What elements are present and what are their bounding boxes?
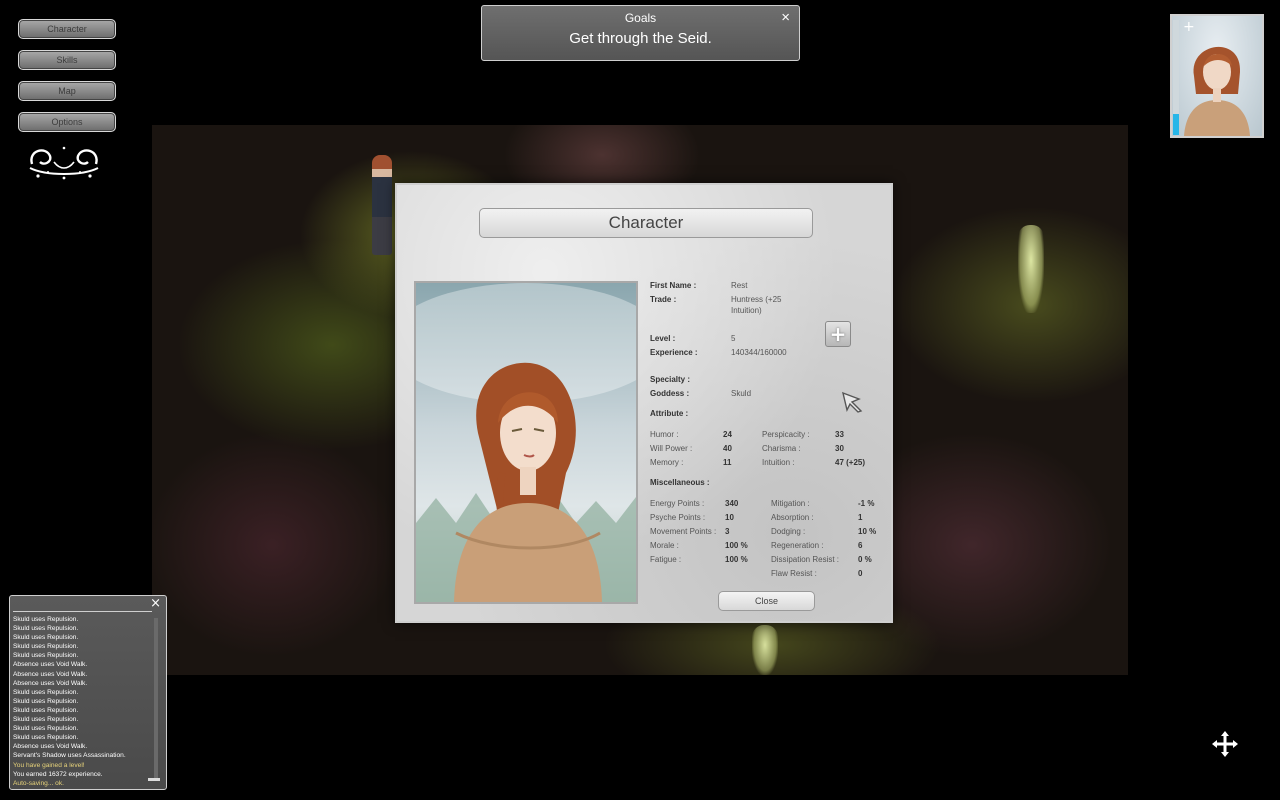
misc-label-fatigue: Fatigue :: [650, 555, 682, 564]
log-line: Skuld uses Repulsion.: [13, 625, 79, 633]
log-line: You have gained a level!: [13, 761, 85, 769]
misc-label-flaw-resist: Flaw Resist :: [771, 569, 817, 578]
level-label: Level :: [650, 334, 676, 343]
character-dialog: Character First Name : Rest Trade : Hunt…: [395, 183, 893, 623]
log-line: Skuld uses Repulsion.: [13, 634, 79, 642]
first-name-label: First Name :: [650, 281, 697, 290]
menu-button-map[interactable]: Map: [18, 81, 116, 101]
log-line: Skuld uses Repulsion.: [13, 716, 79, 724]
misc-label-energy-points: Energy Points :: [650, 499, 705, 508]
plus-icon[interactable]: +: [1183, 19, 1195, 35]
log-line: You earned 16372 experience.: [13, 770, 103, 778]
attr-value-will-power: 40: [723, 444, 732, 453]
move-arrows-icon[interactable]: [1211, 730, 1239, 758]
specialty-label: Specialty :: [650, 375, 691, 384]
log-line: Skuld uses Repulsion.: [13, 697, 79, 705]
attr-label-memory: Memory :: [650, 458, 684, 467]
experience-bar-fill: [1173, 114, 1179, 135]
attr-value-humor: 24: [723, 430, 732, 439]
log-scrollbar-thumb[interactable]: [148, 778, 160, 781]
log-line: Absence uses Void Walk.: [13, 661, 88, 669]
trade-label: Trade :: [650, 295, 677, 304]
log-line: Absence uses Void Walk.: [13, 743, 88, 751]
misc-value-absorption: 1: [858, 513, 863, 522]
misc-value-morale: 100 %: [725, 541, 748, 550]
misc-value-dissipation-resist: 0 %: [858, 555, 872, 564]
character-portrait-art: [416, 283, 636, 602]
misc-value-regeneration: 6: [858, 541, 863, 550]
goals-text: Get through the Seid.: [569, 30, 712, 47]
trade-value-line1: Huntress (+25: [731, 295, 782, 304]
plus-icon[interactable]: +: [825, 321, 851, 347]
log-line: Skuld uses Repulsion.: [13, 652, 79, 660]
combat-log: × Skuld uses Repulsion. Skuld uses Repuls…: [9, 595, 167, 790]
log-line: Absence uses Void Walk.: [13, 670, 88, 678]
dialog-title: Character: [479, 208, 813, 238]
log-line: Skuld uses Repulsion.: [13, 706, 79, 714]
misc-label-dodging: Dodging :: [771, 527, 806, 536]
attr-label-will-power: Will Power :: [650, 444, 693, 453]
log-line: Absence uses Void Walk.: [13, 679, 88, 687]
log-line: Skuld uses Repulsion.: [13, 688, 79, 696]
trade-value-line2: Intuition): [731, 306, 762, 315]
misc-label-movement-points: Movement Points :: [650, 527, 717, 536]
experience-label: Experience :: [650, 348, 698, 357]
misc-value-mitigation: -1 %: [858, 499, 875, 508]
log-lines: Skuld uses Repulsion. Skuld uses Repulsio…: [13, 615, 153, 788]
log-line: Skuld uses Repulsion.: [13, 734, 79, 742]
menu-button-skills[interactable]: Skills: [18, 50, 116, 70]
experience-bar: [1173, 20, 1179, 135]
misc-header: Miscellaneous :: [650, 478, 710, 487]
log-line: Skuld uses Repulsion.: [13, 643, 79, 651]
log-scrollbar[interactable]: [154, 618, 158, 780]
goals-panel: Goals Get through the Seid. ×: [481, 5, 800, 61]
arrow-cursor-icon[interactable]: [841, 391, 863, 413]
misc-label-morale: Morale :: [650, 541, 679, 550]
close-button[interactable]: Close: [718, 591, 815, 611]
ghost-spirit-sprite-lower[interactable]: [752, 625, 778, 675]
close-icon[interactable]: ×: [150, 596, 161, 611]
ornament-icon: [29, 146, 99, 180]
attribute-header: Attribute :: [650, 409, 689, 418]
misc-label-mitigation: Mitigation :: [771, 499, 810, 508]
log-divider: [13, 611, 152, 612]
experience-value: 140344/160000: [731, 348, 787, 357]
misc-value-fatigue: 100 %: [725, 555, 748, 564]
log-line: Skuld uses Repulsion.: [13, 616, 79, 623]
log-line: Servant's Shadow uses Assassination.: [13, 752, 126, 760]
misc-label-regeneration: Regeneration :: [771, 541, 824, 550]
menu-button-options[interactable]: Options: [18, 112, 116, 132]
goddess-label: Goddess :: [650, 389, 690, 398]
first-name-value: Rest: [731, 281, 748, 290]
misc-label-psyche-points: Psyche Points :: [650, 513, 706, 522]
ghost-spirit-sprite[interactable]: [1018, 225, 1044, 313]
misc-value-psyche-points: 10: [725, 513, 734, 522]
close-icon[interactable]: ×: [781, 9, 790, 26]
attr-value-perspicacity: 33: [835, 430, 844, 439]
misc-value-dodging: 10 %: [858, 527, 877, 536]
misc-value-energy-points: 340: [725, 499, 739, 508]
attr-label-humor: Humor :: [650, 430, 679, 439]
log-line: Skuld uses Repulsion.: [13, 725, 79, 733]
attr-label-perspicacity: Perspicacity :: [762, 430, 810, 439]
menu-button-character[interactable]: Character: [18, 19, 116, 39]
attr-value-memory: 11: [723, 458, 732, 467]
misc-label-absorption: Absorption :: [771, 513, 814, 522]
level-value: 5: [731, 334, 736, 343]
misc-value-movement-points: 3: [725, 527, 730, 536]
attr-label-charisma: Charisma :: [762, 444, 801, 453]
attr-value-intuition: 47 (+25): [835, 458, 866, 467]
log-line: Auto-saving... ok.: [13, 779, 64, 787]
attr-label-intuition: Intuition :: [762, 458, 795, 467]
goddess-value: Skuld: [731, 389, 752, 398]
party-portrait[interactable]: +: [1170, 14, 1264, 138]
character-portrait: [414, 281, 638, 604]
goals-title: Goals: [624, 11, 657, 25]
misc-label-dissipation-resist: Dissipation Resist :: [771, 555, 840, 564]
attr-value-charisma: 30: [835, 444, 844, 453]
hero-character-sprite[interactable]: [372, 155, 392, 255]
misc-value-flaw-resist: 0: [858, 569, 863, 578]
